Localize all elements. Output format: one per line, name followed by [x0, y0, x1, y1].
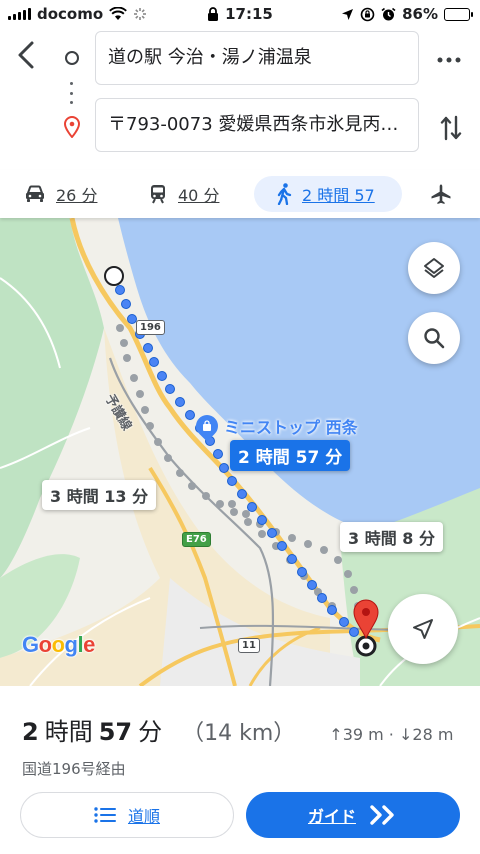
- duration-minutes: 57: [98, 718, 133, 746]
- tab-flight[interactable]: [430, 176, 452, 212]
- location-arrow-icon: [342, 8, 354, 20]
- double-chevron-right-icon: [370, 805, 394, 825]
- search-icon: [424, 328, 445, 349]
- destination-field[interactable]: 〒793-0073 愛媛県西条市氷見丙…: [95, 98, 419, 152]
- origin-marker: [104, 266, 124, 286]
- origin-circle-icon: [65, 51, 79, 65]
- more-options-button[interactable]: [437, 50, 461, 70]
- route-time-alt-east[interactable]: 3 時間 8 分: [340, 522, 443, 552]
- road-shield-e76: E76: [182, 532, 211, 547]
- road-shield-196: 196: [136, 320, 165, 335]
- swap-route-button[interactable]: [440, 114, 462, 142]
- route-via: 国道196号経由: [22, 760, 126, 778]
- train-icon: [151, 185, 165, 204]
- status-right: 86%: [341, 5, 473, 23]
- duration-minutes-unit: 分: [138, 718, 163, 746]
- tab-walking-label: 2 時間 57: [302, 186, 375, 205]
- map-view[interactable]: 196 E76 11 予讃線 ミニストップ 西条 2 時間 57 分 3 時間 …: [0, 218, 480, 686]
- my-location-button[interactable]: [388, 594, 458, 664]
- status-time: 17:15: [225, 5, 273, 23]
- guide-button-label: ガイド: [307, 807, 356, 826]
- guide-button[interactable]: ガイド: [246, 792, 460, 838]
- route-time-alt-west[interactable]: 3 時間 13 分: [42, 480, 157, 510]
- route-summary-sheet: 2 時間 57 分 （14 km） ↑39 m · ↓28 m 国道196号経由…: [0, 686, 480, 854]
- duration-hours: 2: [22, 718, 39, 746]
- list-icon: [94, 807, 116, 823]
- duration-hours-unit: 時間: [44, 718, 93, 746]
- shopping-bag-icon: [191, 410, 223, 442]
- tab-car-label: 26 分: [56, 186, 98, 205]
- back-button[interactable]: [14, 40, 44, 76]
- screen-rotation-lock-icon: [360, 7, 375, 21]
- layers-button[interactable]: [408, 242, 460, 294]
- more-dots-icon: [437, 57, 461, 63]
- route-summary: 2 時間 57 分 （14 km） ↑39 m · ↓28 m: [22, 712, 453, 747]
- poi-ministop[interactable]: ミニストップ 西条: [191, 410, 358, 442]
- walking-icon: [277, 183, 292, 205]
- lock-icon: [208, 6, 219, 21]
- route-dots-icon: [70, 82, 74, 104]
- route-distance: （14 km）: [182, 721, 296, 746]
- route-header: 道の駅 今治・湯ノ浦温泉 〒793-0073 愛媛県西条市氷見丙…: [0, 28, 480, 162]
- car-icon: [26, 185, 44, 202]
- tab-transit-label: 40 分: [178, 186, 220, 205]
- tab-transit[interactable]: 40 分: [148, 176, 219, 212]
- route-time-main[interactable]: 2 時間 57 分: [230, 440, 351, 471]
- layers-icon: [424, 258, 444, 278]
- tab-car[interactable]: 26 分: [24, 176, 97, 212]
- steps-button-label: 道順: [127, 807, 160, 826]
- navigation-arrow-icon: [413, 619, 433, 639]
- destination-pin-icon: [63, 116, 81, 138]
- travel-mode-tabs: 26 分 40 分 2 時間 57: [0, 170, 480, 218]
- poi-label: ミニストップ 西条: [224, 418, 358, 437]
- status-bar: docomo 17:15 86%: [0, 0, 480, 28]
- battery-percent: 86%: [402, 5, 438, 23]
- tab-walking[interactable]: 2 時間 57: [254, 176, 402, 212]
- alarm-icon: [381, 7, 396, 20]
- airplane-icon: [431, 184, 451, 204]
- origin-field[interactable]: 道の駅 今治・湯ノ浦温泉: [95, 31, 419, 85]
- chevron-left-icon: [18, 41, 34, 69]
- road-shield-11: 11: [238, 638, 260, 653]
- google-logo: Google: [22, 632, 95, 657]
- steps-button[interactable]: 道順: [20, 792, 234, 838]
- battery-charging-icon: [444, 7, 473, 21]
- map-search-button[interactable]: [408, 312, 460, 364]
- route-elevation: ↑39 m · ↓28 m: [329, 725, 454, 744]
